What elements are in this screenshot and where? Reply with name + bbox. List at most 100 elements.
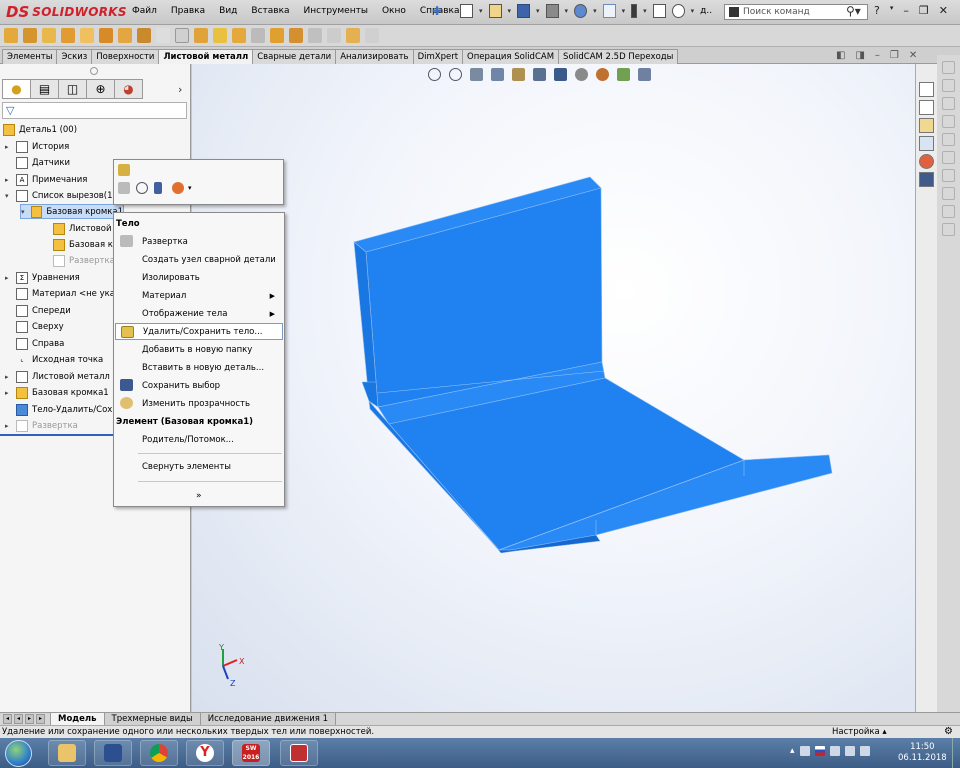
edit-feature-icon[interactable] — [118, 164, 130, 176]
design-library-icon[interactable] — [919, 100, 934, 115]
file-explorer-icon[interactable] — [919, 118, 934, 133]
print-icon[interactable] — [545, 4, 559, 18]
tab-surfaces[interactable]: Поверхности — [91, 49, 160, 64]
tree-item-annotations[interactable]: ▸ A Примечания — [5, 172, 87, 187]
undo-dropdown-icon[interactable]: ▾ — [593, 7, 597, 15]
bracket-body[interactable] — [353, 176, 833, 554]
language-flag-icon[interactable] — [814, 746, 825, 756]
expand-menu-chevron-icon[interactable]: » — [196, 491, 202, 501]
tab-sketch[interactable]: Эскиз — [56, 49, 93, 64]
collapse-icon[interactable]: ▾ — [5, 192, 13, 200]
fold-icon[interactable] — [194, 28, 208, 43]
next-tab-icon[interactable]: ▸ — [25, 714, 34, 724]
search-icon[interactable]: ⚲▾ — [846, 4, 861, 18]
menu-window[interactable]: Окно — [380, 5, 408, 17]
menu-item-body-display[interactable]: Отображение тела ▶ — [115, 305, 283, 322]
restore-icon[interactable]: ❐ — [919, 4, 929, 17]
appearances-icon[interactable] — [919, 154, 934, 169]
start-button-icon[interactable] — [5, 740, 32, 767]
sketch-tool-4-icon[interactable] — [942, 115, 955, 128]
menu-item-flatten[interactable]: Развертка — [115, 233, 283, 250]
tree-item-history[interactable]: ▸ История — [5, 139, 69, 154]
print-dropdown-icon[interactable]: ▾ — [565, 7, 569, 15]
menu-file[interactable]: Файл — [130, 5, 159, 17]
welded-corner-icon[interactable] — [289, 28, 303, 43]
corners-icon[interactable] — [270, 28, 284, 43]
tile-left-icon[interactable]: ◧ — [836, 50, 845, 61]
sketch-tool-10-icon[interactable] — [942, 223, 955, 236]
menu-item-add-to-folder[interactable]: Добавить в новую папку — [115, 341, 283, 358]
tree-item-body-delete[interactable]: Тело-Удалить/Сох — [16, 402, 112, 417]
save-app-taskbar-icon[interactable] — [94, 740, 132, 766]
prev-tab-icon[interactable]: ◂ — [14, 714, 23, 724]
jog-icon[interactable] — [118, 28, 132, 43]
sketch-tool-8-icon[interactable] — [942, 187, 955, 200]
undo-icon[interactable] — [574, 4, 588, 18]
tree-item-sensors[interactable]: Датчики — [16, 155, 70, 170]
options-gear-icon[interactable] — [671, 4, 685, 18]
sketch-tool-3-icon[interactable] — [942, 97, 955, 110]
help-dropdown-icon[interactable]: ▾ — [890, 4, 894, 17]
feature-tree-filter[interactable]: ▽ — [2, 102, 187, 119]
sheet-metal-part-model[interactable]: Y X Z — [192, 64, 915, 712]
open-document-icon[interactable] — [488, 4, 502, 18]
new-document-icon[interactable] — [460, 4, 473, 18]
panel-expand-arrow-icon[interactable]: › — [178, 83, 182, 96]
tree-item-front-plane[interactable]: Спереди — [16, 303, 71, 318]
feature-tree-tab-icon[interactable]: ● — [2, 79, 31, 99]
tree-item-sheet-metal[interactable]: ▸ Листовой металл — [5, 369, 110, 384]
status-customize[interactable]: Настройка ▴ — [832, 727, 887, 737]
menu-item-isolate[interactable]: Изолировать — [115, 269, 283, 286]
minimize-icon[interactable]: – — [903, 4, 909, 17]
expand-icon[interactable]: ▸ — [5, 373, 13, 381]
solidworks-logo[interactable]: DS SOLIDWORKS — [6, 3, 127, 21]
open-dropdown-icon[interactable]: ▾ — [508, 7, 512, 15]
taskbar-clock[interactable]: 11:50 06.11.2018 — [898, 742, 947, 764]
insert-bends-icon[interactable] — [365, 28, 379, 43]
expand-icon[interactable]: ▸ — [5, 274, 13, 282]
close-icon[interactable]: ✕ — [939, 4, 948, 17]
tree-item-material[interactable]: Материал <не указ — [16, 286, 120, 301]
help-icon[interactable]: ? — [874, 4, 880, 17]
tree-item-base-flange[interactable]: ▸ Базовая кромка1 — [5, 385, 109, 400]
last-tab-icon[interactable]: ▸ — [36, 714, 45, 724]
save-icon[interactable] — [517, 4, 531, 18]
rip-icon[interactable] — [251, 28, 265, 43]
tab-features[interactable]: Элементы — [2, 49, 58, 64]
lofted-bend-icon[interactable] — [42, 28, 56, 43]
tree-item-equations[interactable]: ▸ Σ Уравнения — [5, 270, 80, 285]
hem-icon[interactable] — [99, 28, 113, 43]
expand-icon[interactable]: ▸ — [5, 143, 13, 151]
configuration-manager-tab-icon[interactable]: ◫ — [58, 79, 87, 99]
sketch-tool-6-icon[interactable] — [942, 151, 955, 164]
menu-item-save-selection[interactable]: Сохранить выбор — [115, 377, 283, 394]
tab-evaluate[interactable]: Анализировать — [335, 49, 414, 64]
select-dropdown-icon[interactable]: ▾ — [622, 7, 626, 15]
sketch-tool-5-icon[interactable] — [942, 133, 955, 146]
tree-item-cut-list[interactable]: ▾ Список вырезов(1) — [5, 188, 116, 203]
tile-right-icon[interactable]: ◨ — [855, 50, 864, 61]
closed-corner-icon[interactable] — [308, 28, 322, 43]
sketch-tool-7-icon[interactable] — [942, 169, 955, 182]
sketch-tool-2-icon[interactable] — [942, 79, 955, 92]
tree-item-base-flange-body[interactable]: ▾ Базовая кромка1 — [20, 204, 124, 219]
solidworks-resources-icon[interactable] — [919, 82, 934, 97]
tray-app-icon[interactable] — [799, 746, 810, 756]
new-dropdown-icon[interactable]: ▾ — [479, 7, 483, 15]
edge-flange-icon[interactable] — [61, 28, 75, 43]
sketched-bend-icon[interactable] — [137, 28, 151, 43]
tree-item-flat-pattern[interactable]: ▸ Развертка — [5, 418, 78, 433]
panel-collapse-handle[interactable] — [90, 67, 98, 75]
doc-minimize-icon[interactable]: – — [875, 50, 880, 61]
unfold-icon[interactable] — [175, 28, 189, 43]
menu-item-insert-into-new-part[interactable]: Вставить в новую деталь... — [115, 359, 283, 376]
menu-tools[interactable]: Инструменты — [302, 5, 370, 17]
show-desktop-button[interactable] — [952, 738, 960, 768]
chrome-taskbar-icon[interactable] — [140, 740, 178, 766]
property-manager-tab-icon[interactable]: ▤ — [30, 79, 59, 99]
pin-menu-icon[interactable]: ✚ — [432, 4, 442, 18]
tray-expand-icon[interactable]: ▴ — [790, 746, 795, 756]
vent-icon[interactable] — [346, 28, 360, 43]
display-manager-tab-icon[interactable]: ◕ — [114, 79, 143, 99]
base-flange-tool-icon[interactable] — [4, 28, 18, 43]
